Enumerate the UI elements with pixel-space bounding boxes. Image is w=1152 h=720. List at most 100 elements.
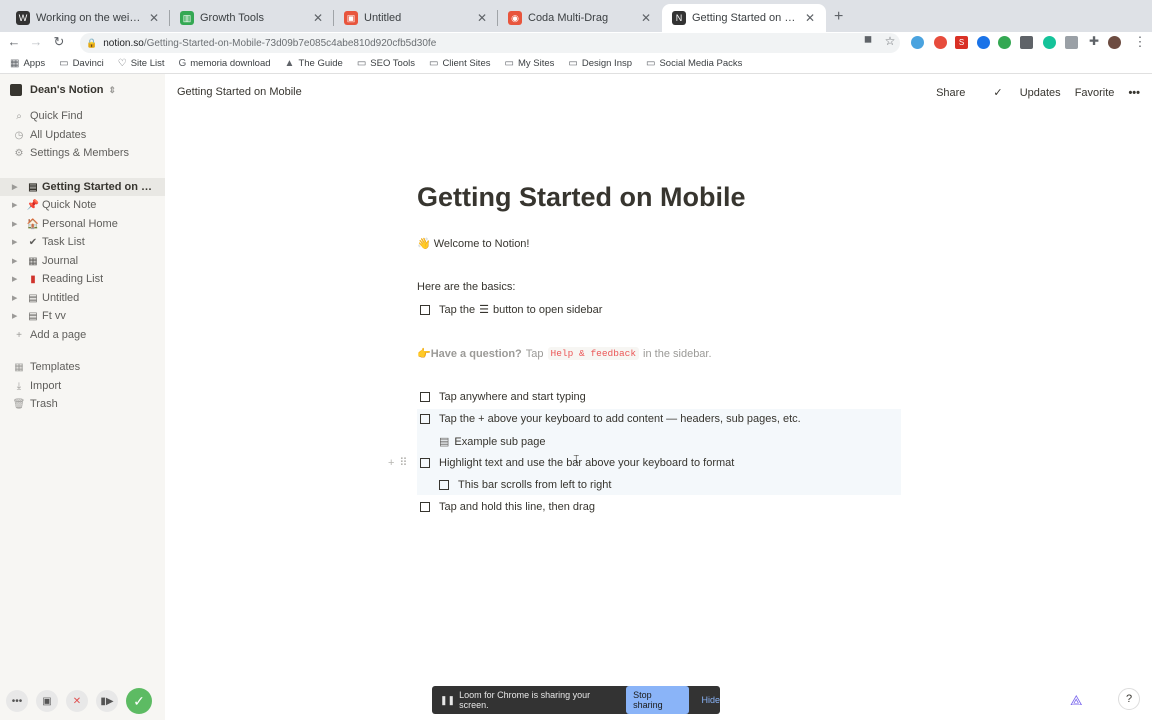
cancel-recording-icon[interactable]: ✕ xyxy=(66,690,88,712)
browser-tab-growth-tools[interactable]: ▥ Growth Tools ✕ xyxy=(170,4,334,32)
extension-evernote-icon[interactable] xyxy=(998,36,1011,49)
sidebar-trash[interactable]: 🗑 Trash xyxy=(0,395,165,413)
close-tab-icon[interactable]: ✕ xyxy=(476,11,488,25)
sidebar-page-task-list[interactable]: ▶ ✔ Task List xyxy=(0,233,165,251)
callout-tap-text: Tap xyxy=(525,347,544,360)
extension-record-icon[interactable] xyxy=(934,36,947,49)
sidebar-page-quick-note[interactable]: ▶ 📌 Quick Note xyxy=(0,196,165,214)
expand-triangle-icon[interactable]: ▶ xyxy=(12,312,22,320)
expand-triangle-icon[interactable]: ▶ xyxy=(12,201,22,209)
hide-button[interactable]: Hide xyxy=(701,695,720,705)
sidebar-import[interactable]: ⤓ Import xyxy=(0,377,165,395)
bookmark-apps[interactable]: ▦ Apps xyxy=(10,58,45,69)
expand-triangle-icon[interactable]: ▶ xyxy=(12,238,22,246)
page-title[interactable]: Getting Started on Mobile xyxy=(417,182,746,213)
pause-recording-icon[interactable]: ▮▶ xyxy=(96,690,118,712)
welcome-line[interactable]: 👋 Welcome to Notion! xyxy=(417,237,530,251)
browser-tab-getting-started[interactable]: N Getting Started on Mobile ✕ xyxy=(662,4,826,32)
expand-triangle-icon[interactable]: ▶ xyxy=(12,220,22,228)
browser-tab-untitled[interactable]: ▣ Untitled ✕ xyxy=(334,4,498,32)
back-icon[interactable]: ← xyxy=(6,34,22,49)
close-tab-icon[interactable]: ✕ xyxy=(804,11,816,25)
reload-icon[interactable]: ↻ xyxy=(51,34,67,50)
sidebar-item-label: Import xyxy=(30,380,62,392)
favorite-button[interactable]: Favorite xyxy=(1075,87,1115,99)
todo-open-sidebar[interactable]: Tap the ☰ button to open sidebar xyxy=(420,303,602,316)
help-button[interactable]: ? xyxy=(1118,688,1140,710)
sub-page-link[interactable]: ▤ Example sub page xyxy=(439,435,546,449)
todo-checkbox[interactable] xyxy=(420,502,430,512)
bookmark-the-guide[interactable]: ▲ The Guide xyxy=(285,58,343,69)
extension-grey-icon[interactable] xyxy=(1020,36,1033,49)
todo-checkbox[interactable] xyxy=(420,304,430,315)
sidebar-page-reading-list[interactable]: ▶ ▮ Reading List xyxy=(0,270,165,288)
expand-triangle-icon[interactable]: ▶ xyxy=(12,257,22,265)
breadcrumb[interactable]: Getting Started on Mobile xyxy=(177,86,302,98)
browser-tab-coda-multi-drag[interactable]: ◉ Coda Multi-Drag ✕ xyxy=(498,4,662,32)
todo-checkbox[interactable] xyxy=(420,458,430,468)
new-tab-icon[interactable]: + xyxy=(834,8,843,26)
sidebar-add-page[interactable]: + Add a page xyxy=(0,326,165,344)
extension-code-icon[interactable] xyxy=(1065,36,1078,49)
stop-sharing-button[interactable]: Stop sharing xyxy=(626,686,690,714)
share-button[interactable]: Share xyxy=(936,87,965,99)
todo-tap-hold[interactable]: Tap and hold this line, then drag xyxy=(420,501,595,513)
sidebar-quick-find[interactable]: ⌕ Quick Find xyxy=(0,107,165,125)
todo-checkbox[interactable] xyxy=(439,480,449,490)
extension-globe-icon[interactable] xyxy=(911,36,924,49)
clickup-icon[interactable]: ⟁ xyxy=(1070,692,1083,709)
share-message: Loom for Chrome is sharing your screen. xyxy=(459,690,591,710)
bookmark-seo-tools[interactable]: ▭ SEO Tools xyxy=(357,58,415,69)
extension-blue-icon[interactable] xyxy=(977,36,990,49)
bookmark-label: SEO Tools xyxy=(370,58,415,69)
updates-button[interactable]: ✓ Updates xyxy=(979,86,1060,99)
callout-question[interactable]: 👉 Have a question? Tap Help & feedback i… xyxy=(417,347,712,360)
extensions-puzzle-icon[interactable]: ✚ xyxy=(1086,34,1102,48)
bookmark-site-list[interactable]: ♡ Site List xyxy=(118,58,165,69)
close-tab-icon[interactable]: ✕ xyxy=(312,11,324,25)
todo-checkbox[interactable] xyxy=(420,414,430,424)
more-dots-icon[interactable]: ••• xyxy=(6,690,28,712)
more-options-icon[interactable]: ••• xyxy=(1128,87,1140,99)
sidebar-all-updates[interactable]: ◷ All Updates xyxy=(0,126,165,144)
address-bar[interactable]: 🔒 notion.so /Getting-Started-on-Mobile-7… xyxy=(80,33,900,53)
sidebar-settings[interactable]: ⚙ Settings & Members xyxy=(0,144,165,162)
bookmark-my-sites[interactable]: ▭ My Sites xyxy=(505,58,555,69)
close-tab-icon[interactable]: ✕ xyxy=(148,11,160,25)
block-add-drag-handle-icon[interactable]: +⠿ xyxy=(388,456,412,469)
todo-bar-scrolls[interactable]: This bar scrolls from left to right xyxy=(439,479,611,491)
workspace-switcher[interactable]: Dean's Notion ⇕ xyxy=(10,84,116,96)
extension-grammarly-icon[interactable] xyxy=(1043,36,1056,49)
sidebar-page-journal[interactable]: ▶ ▦ Journal xyxy=(0,252,165,270)
camera-icon[interactable]: ◼ xyxy=(860,34,876,45)
bookmark-memoria-download[interactable]: Gmemoria download xyxy=(178,58,270,69)
bookmark-star-icon[interactable]: ☆ xyxy=(882,34,898,48)
browser-menu-icon[interactable]: ⋮ xyxy=(1132,34,1148,50)
camera-toggle-icon[interactable]: ▣ xyxy=(36,690,58,712)
sidebar-templates[interactable]: ▦ Templates xyxy=(0,358,165,376)
sidebar-page-untitled[interactable]: ▶ ▤ Untitled xyxy=(0,289,165,307)
close-tab-icon[interactable]: ✕ xyxy=(640,11,652,25)
google-icon: G xyxy=(178,58,187,69)
browser-tab-weight-gaining[interactable]: W Working on the weight gaining ✕ xyxy=(6,4,170,32)
bookmark-davinci[interactable]: ▭ Davinci xyxy=(59,58,104,69)
bookmark-design-insp[interactable]: ▭ Design Insp xyxy=(568,58,632,69)
sidebar-page-personal-home[interactable]: ▶ 🏠 Personal Home xyxy=(0,215,165,233)
todo-tap-plus[interactable]: Tap the + above your keyboard to add con… xyxy=(420,413,801,425)
profile-avatar[interactable] xyxy=(1108,36,1121,49)
bookmark-client-sites[interactable]: ▭ Client Sites xyxy=(429,58,491,69)
todo-checkbox[interactable] xyxy=(420,392,430,402)
extension-s-icon[interactable]: S xyxy=(955,36,968,49)
expand-triangle-icon[interactable]: ▶ xyxy=(12,294,22,302)
todo-tap-anywhere[interactable]: Tap anywhere and start typing xyxy=(420,391,586,403)
basics-heading[interactable]: Here are the basics: xyxy=(417,281,515,293)
expand-triangle-icon[interactable]: ▶ xyxy=(12,275,22,283)
forward-icon[interactable]: → xyxy=(28,34,44,49)
bookmark-label: Design Insp xyxy=(581,58,633,69)
finish-recording-icon[interactable]: ✓ xyxy=(126,688,152,714)
trash-icon: 🗑 xyxy=(12,398,26,410)
bookmark-social-media-packs[interactable]: ▭ Social Media Packs xyxy=(646,58,742,69)
expand-triangle-icon[interactable]: ▶ xyxy=(12,183,22,191)
sidebar-page-getting-started[interactable]: ▶ ▤ Getting Started on Mo... xyxy=(0,178,165,196)
sidebar-page-ft-vv[interactable]: ▶ ▤ Ft vv xyxy=(0,307,165,325)
